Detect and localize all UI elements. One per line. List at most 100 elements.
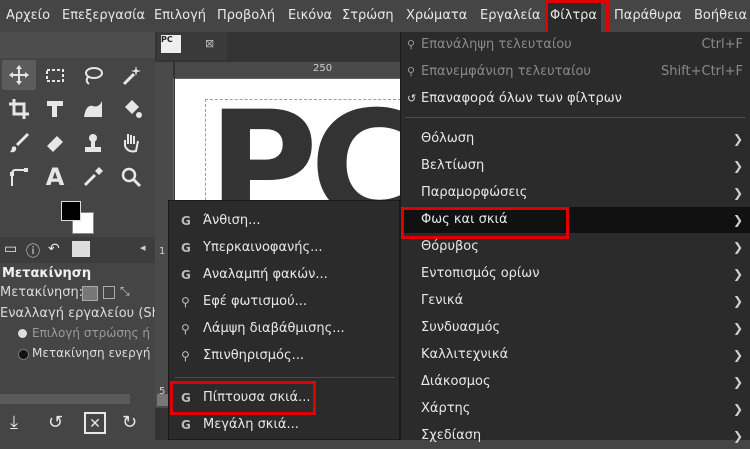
filter-group-label: Συνδυασμός (421, 320, 501, 335)
filter-group-decor[interactable]: Διάκοσμος ❯ (401, 369, 750, 395)
menu-edit[interactable]: Επεξεργασία (58, 0, 149, 32)
bloom-item[interactable]: G Άνθιση... (169, 208, 401, 234)
image-tab[interactable]: PC ⊠ (157, 32, 227, 60)
save-options-icon[interactable]: ⤓ (10, 412, 32, 434)
warp-icon[interactable] (76, 94, 110, 124)
device-status-tab-icon[interactable]: ⓘ (26, 241, 40, 261)
menu-tools[interactable]: Εργαλεία (476, 0, 544, 32)
smudge-icon[interactable] (114, 128, 148, 158)
filter-group-light-shadow[interactable]: Φως και σκιά ❯ (401, 207, 750, 233)
unified-transform-icon[interactable] (38, 94, 72, 124)
undo-history-tab-icon[interactable]: ↶ (48, 241, 60, 257)
submenu-arrow-icon: ❯ (732, 186, 743, 200)
delete-options-icon[interactable]: ✕ (84, 412, 106, 434)
filter-group-artistic[interactable]: Καλλιτεχνικά ❯ (401, 342, 750, 368)
gegl-icon: G (181, 418, 191, 432)
move-selection-mode-icon[interactable] (103, 286, 115, 299)
submenu-arrow-icon: ❯ (732, 402, 743, 416)
radio-pick-layer[interactable]: Επιλογή στρώσης ή (18, 326, 155, 340)
gradient-flare-item[interactable]: ⚲ Λάμψη διαβάθμισης... (169, 316, 401, 342)
move-tool-icon[interactable] (2, 60, 36, 90)
radio-move-active-dot (18, 349, 29, 360)
menu-view[interactable]: Προβολή (213, 0, 279, 32)
filter-group-label: Θόρυβος (421, 239, 479, 254)
submenu-arrow-icon: ❯ (732, 429, 743, 443)
reshow-last-label: Επανεμφάνιση τελευταίου (421, 64, 591, 79)
foreground-color-swatch[interactable] (61, 201, 81, 221)
zoom-icon[interactable] (114, 162, 148, 192)
menu-file[interactable]: Αρχείο (2, 0, 54, 32)
menu-filters[interactable]: Φίλτρα (546, 0, 601, 32)
filter-group-enhance[interactable]: Βελτίωση ❯ (401, 153, 750, 179)
crop-icon[interactable] (2, 94, 36, 124)
filter-group-label: Χάρτης (421, 401, 471, 416)
filter-group-generic[interactable]: Γενικά ❯ (401, 288, 750, 314)
repeat-last-label: Επανάληψη τελευταίου (421, 37, 572, 52)
filter-group-combine[interactable]: Συνδυασμός ❯ (401, 315, 750, 341)
radio-move-active[interactable]: Μετακίνηση ενεργή (18, 346, 155, 360)
filter-group-distorts[interactable]: Παραμορφώσεις ❯ (401, 180, 750, 206)
fuzzy-select-icon[interactable] (114, 60, 148, 90)
submenu-arrow-icon: ❯ (732, 213, 743, 227)
tool-options-tab-icon[interactable]: ▭ (4, 241, 17, 257)
images-tab-icon[interactable] (72, 241, 90, 257)
reshow-last-item[interactable]: ⚲ Επανεμφάνιση τελευταίου Shift+Ctrl+F (401, 59, 750, 85)
filter-group-blur[interactable]: Θόλωση ❯ (401, 126, 750, 152)
gegl-icon: G (181, 241, 191, 255)
menu-image[interactable]: Εικόνα (284, 0, 336, 32)
repeat-last-icon: ⚲ (407, 38, 416, 51)
reset-options-icon[interactable]: ↻ (122, 412, 144, 434)
filter-group-edge-detect[interactable]: Εντοπισμός ορίων ❯ (401, 261, 750, 287)
filter-group-label: Καλλιτεχνικά (421, 347, 509, 362)
plugin-icon: ⚲ (181, 322, 190, 336)
sparkle-item[interactable]: ⚲ Σπινθηρισμός... (169, 343, 401, 369)
supernova-item[interactable]: G Υπερκαινοφανής... (169, 235, 401, 261)
move-layer-mode-icon[interactable] (82, 286, 98, 301)
close-tab-icon[interactable]: ⊠ (205, 37, 214, 50)
filter-group-map[interactable]: Χάρτης ❯ (401, 396, 750, 422)
menu-windows[interactable]: Παράθυρα (610, 0, 685, 32)
restore-options-icon[interactable]: ↺ (48, 412, 70, 434)
lens-flare-item[interactable]: G Αναλαμπή φακών... (169, 262, 401, 288)
lighting-effects-item[interactable]: ⚲ Εφέ φωτισμού... (169, 289, 401, 315)
tool-toggle-label: Εναλλαγή εργαλείου (Shi (0, 306, 155, 321)
menu-layer[interactable]: Στρώση (338, 0, 398, 32)
reset-all-filters-label: Επαναφορά όλων των φίλτρων (421, 91, 622, 106)
filters-menu: ⚲ Επανάληψη τελευταίου Ctrl+F ⚲ Επανεμφά… (400, 32, 750, 443)
filter-group-render[interactable]: Σχεδίαση ❯ (401, 423, 750, 449)
sparkle-label: Σπινθηρισμός... (203, 348, 305, 363)
reset-all-filters-item[interactable]: ↺ Επαναφορά όλων των φίλτρων (401, 86, 750, 112)
filter-group-label: Διάκοσμος (421, 374, 491, 389)
clone-icon[interactable] (76, 128, 110, 158)
lasso-icon[interactable] (76, 60, 110, 90)
menu-select[interactable]: Επιλογή (150, 0, 210, 32)
options-scrollbar[interactable] (0, 394, 130, 404)
eraser-icon[interactable] (38, 128, 72, 158)
color-picker-icon[interactable] (76, 162, 110, 192)
menu-help[interactable]: Βοήθεια (690, 0, 750, 32)
bucket-fill-icon[interactable] (114, 94, 148, 124)
ruler-v-mark: 1 (159, 246, 166, 257)
reshow-last-icon: ⚲ (407, 65, 416, 78)
filter-group-label: Σχεδίαση (421, 428, 482, 443)
drop-shadow-item[interactable]: G Πίπτουσα σκιά... (169, 385, 401, 411)
rect-select-icon[interactable] (38, 60, 72, 90)
filter-group-label: Θόλωση (421, 131, 475, 146)
filter-group-noise[interactable]: Θόρυβος ❯ (401, 234, 750, 260)
paths-icon[interactable] (2, 162, 36, 192)
repeat-last-item[interactable]: ⚲ Επανάληψη τελευταίου Ctrl+F (401, 32, 750, 58)
drop-shadow-label: Πίπτουσα σκιά... (203, 390, 311, 405)
paintbrush-icon[interactable] (2, 128, 36, 158)
submenu-arrow-icon: ❯ (732, 132, 743, 146)
move-path-mode-icon[interactable]: ⤡ (120, 284, 130, 299)
menubar: Αρχείο Επεξεργασία Επιλογή Προβολή Εικόν… (0, 0, 750, 33)
long-shadow-item[interactable]: G Μεγάλη σκιά... (169, 412, 401, 438)
dock-menu-icon[interactable]: ◂ (140, 241, 146, 254)
light-shadow-submenu: G Άνθιση... G Υπερκαινοφανής... G Αναλαμ… (168, 200, 400, 440)
gradient-flare-label: Λάμψη διαβάθμισης... (203, 321, 345, 336)
filter-group-label: Βελτίωση (421, 158, 485, 173)
menu-colors[interactable]: Χρώματα (402, 0, 471, 32)
filter-group-label: Γενικά (421, 293, 464, 308)
radio-pick-layer-label: Επιλογή στρώσης ή (32, 326, 151, 340)
text-tool-icon[interactable]: A (38, 162, 72, 192)
